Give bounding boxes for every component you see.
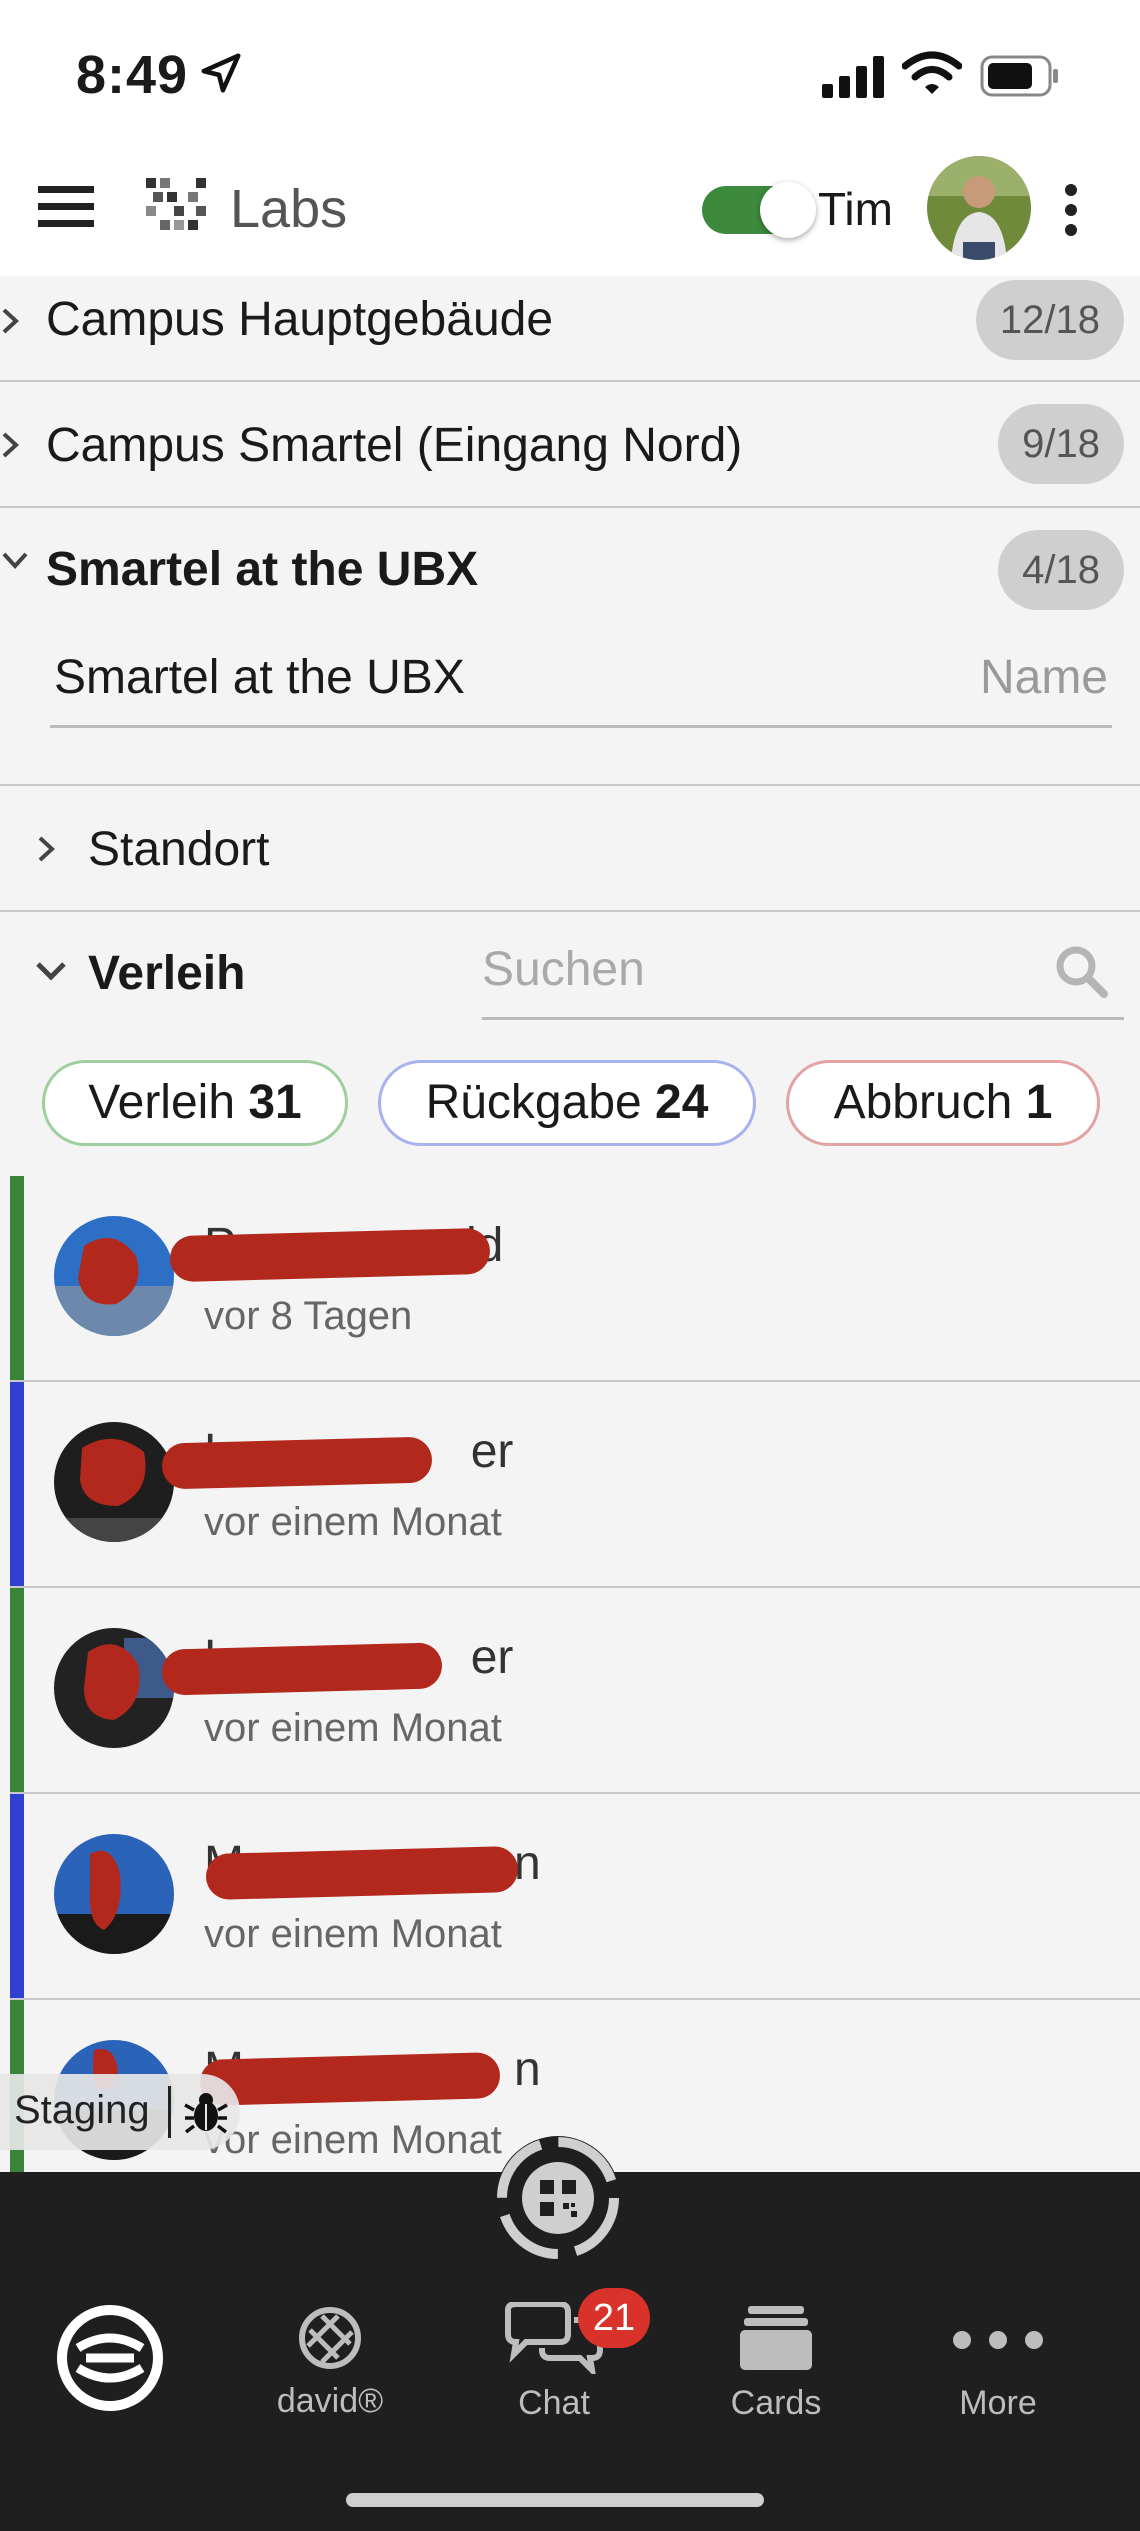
user-name: Tim bbox=[818, 183, 893, 235]
redaction-mark bbox=[199, 2052, 501, 2106]
rental-time: vor einem Monat bbox=[204, 1500, 502, 1544]
avatar bbox=[54, 1422, 174, 1542]
status-time: 8:49 bbox=[76, 45, 189, 105]
rental-time: vor einem Monat bbox=[204, 1706, 502, 1750]
status-bar-indicator bbox=[10, 1588, 24, 1792]
location-name: Campus Smartel (Eingang Nord) bbox=[46, 419, 743, 472]
name-value: Smartel at the UBX bbox=[54, 651, 465, 704]
cellular-signal-icon bbox=[822, 56, 884, 98]
location-row-campus-hauptgebaeude[interactable]: Campus Hauptgebäude 12/18 bbox=[0, 276, 1140, 382]
redaction-mark bbox=[169, 1227, 491, 1283]
battery-icon bbox=[980, 55, 1058, 97]
nav-david[interactable]: david® bbox=[230, 2262, 430, 2422]
search-icon[interactable] bbox=[1054, 944, 1110, 1000]
avatar bbox=[54, 1834, 174, 1954]
status-bar: 8:49 bbox=[0, 0, 1140, 150]
filter-label: Abbruch bbox=[833, 1076, 1013, 1129]
david-icon bbox=[299, 2307, 361, 2369]
status-bar-indicator bbox=[10, 1176, 24, 1380]
more-icon bbox=[953, 2331, 1043, 2349]
list-item[interactable]: Mn vor einem Monat bbox=[10, 1794, 1140, 2000]
labs-logo-icon bbox=[146, 178, 206, 230]
chevron-right-icon bbox=[2, 308, 19, 334]
staging-divider bbox=[168, 2086, 171, 2138]
filter-verleih-button[interactable]: Verleih 31 bbox=[42, 1060, 348, 1146]
avatar-photo-icon bbox=[927, 156, 1031, 260]
chevron-down-icon[interactable] bbox=[34, 960, 68, 984]
filter-label: Rückgabe bbox=[425, 1076, 642, 1129]
count-badge: 12/18 bbox=[975, 280, 1124, 360]
redaction-mark bbox=[205, 1845, 519, 1901]
nav-label: More bbox=[959, 2384, 1037, 2422]
search-placeholder: Suchen bbox=[482, 943, 645, 996]
location-row-campus-smartel[interactable]: Campus Smartel (Eingang Nord) 9/18 bbox=[0, 382, 1140, 508]
rental-time: vor einem Monat bbox=[204, 2118, 502, 2162]
chevron-right-icon bbox=[2, 432, 19, 458]
rental-time: vor einem Monat bbox=[204, 1912, 502, 1956]
avatar bbox=[54, 1216, 174, 1336]
toggle-knob bbox=[760, 182, 816, 238]
chevron-right-icon bbox=[38, 836, 55, 862]
staging-badge[interactable]: Staging bbox=[0, 2074, 240, 2150]
count-badge: 9/18 bbox=[998, 404, 1124, 484]
name-field[interactable]: Smartel at the UBX Name bbox=[50, 630, 1112, 728]
list-item[interactable]: Ler vor einem Monat bbox=[10, 1588, 1140, 1794]
qr-code-icon bbox=[497, 2137, 619, 2259]
cards-icon bbox=[740, 2306, 812, 2370]
filter-rueckgabe-button[interactable]: Rückgabe 24 bbox=[378, 1060, 756, 1146]
nav-label: Cards bbox=[730, 2384, 822, 2422]
nav-label: Chat bbox=[518, 2384, 590, 2422]
nav-label: david® bbox=[276, 2382, 384, 2420]
filter-count: 1 bbox=[1025, 1076, 1053, 1129]
search-input[interactable]: Suchen bbox=[482, 930, 1124, 1020]
avatar-photo-icon bbox=[54, 1422, 174, 1542]
count-badge: 4/18 bbox=[998, 530, 1124, 610]
rental-time: vor 8 Tagen bbox=[204, 1294, 413, 1338]
chevron-down-icon[interactable] bbox=[0, 550, 30, 572]
avatar-photo-icon bbox=[54, 1628, 174, 1748]
list-item[interactable]: Pld vor 8 Tagen bbox=[10, 1176, 1140, 1382]
redaction-mark bbox=[161, 1642, 443, 1696]
status-bar-indicator bbox=[10, 1382, 24, 1586]
avatar-photo-icon bbox=[54, 1834, 174, 1954]
filter-label: Verleih bbox=[88, 1076, 236, 1129]
more-options-icon[interactable] bbox=[1056, 182, 1086, 238]
location-name: Campus Hauptgebäude bbox=[46, 293, 554, 346]
avatar bbox=[54, 1628, 174, 1748]
nav-more[interactable]: More bbox=[898, 2262, 1098, 2422]
name-label: Name bbox=[979, 651, 1108, 704]
filter-count: 24 bbox=[655, 1076, 709, 1129]
avatar-photo-icon bbox=[54, 1216, 174, 1336]
list-item[interactable]: Ler vor einem Monat bbox=[10, 1382, 1140, 1588]
filter-count: 31 bbox=[248, 1076, 302, 1129]
user-avatar[interactable] bbox=[927, 156, 1031, 260]
nav-home[interactable] bbox=[10, 2262, 210, 2422]
hamburger-menu-icon[interactable] bbox=[38, 182, 94, 232]
home-logo-icon bbox=[57, 2305, 163, 2411]
filter-abbruch-button[interactable]: Abbruch 1 bbox=[786, 1060, 1100, 1146]
verleih-label: Verleih bbox=[88, 947, 246, 1000]
bug-icon bbox=[184, 2093, 228, 2134]
redaction-mark bbox=[161, 1436, 433, 1490]
staging-label: Staging bbox=[14, 2088, 150, 2132]
location-arrow-icon bbox=[201, 53, 241, 93]
qr-scan-button[interactable] bbox=[496, 2136, 620, 2260]
wifi-icon bbox=[902, 51, 962, 94]
app-header: Labs Tim bbox=[0, 150, 1140, 276]
standort-section[interactable]: Standort bbox=[0, 786, 1140, 912]
nav-cards[interactable]: Cards bbox=[676, 2262, 876, 2422]
chat-unread-badge: 21 bbox=[578, 2288, 650, 2348]
status-bar-indicator bbox=[10, 1794, 24, 1998]
location-name[interactable]: Smartel at the UBX bbox=[46, 542, 478, 597]
home-indicator[interactable] bbox=[346, 2493, 764, 2507]
standort-label: Standort bbox=[88, 823, 270, 876]
app-title: Labs bbox=[230, 179, 348, 239]
user-toggle-switch[interactable] bbox=[702, 182, 816, 238]
app-screen: 8:49 Labs Tim Campus Hauptgebäude 12/18 … bbox=[0, 0, 1140, 2531]
